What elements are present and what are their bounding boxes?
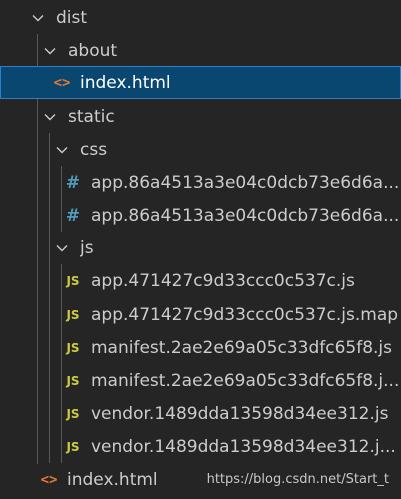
file-js-5[interactable]: JS vendor.1489dda13598d34ee312.j... [0, 430, 401, 463]
file-label: index.html [67, 469, 158, 490]
file-about-index-html[interactable]: <> index.html [0, 66, 401, 99]
file-js-1[interactable]: JS app.471427c9d33ccc0c537c.js.map [0, 298, 401, 331]
css-file-icon: # [65, 172, 81, 193]
chevron-down-icon [54, 240, 70, 256]
watermark-url: https://blog.csdn.net/Start_t [206, 472, 389, 487]
file-label: app.471427c9d33ccc0c537c.js [91, 270, 355, 291]
file-label: app.471427c9d33ccc0c537c.js.map [91, 304, 399, 325]
file-label: vendor.1489dda13598d34ee312.j... [91, 436, 396, 457]
js-file-icon: JS [66, 373, 80, 388]
file-label: vendor.1489dda13598d34ee312.js [91, 403, 389, 424]
folder-about[interactable]: about [0, 34, 401, 67]
file-js-0[interactable]: JS app.471427c9d33ccc0c537c.js [0, 264, 401, 297]
file-label: app.86a4513a3e04c0dcb73e6d6a... [91, 205, 400, 226]
folder-js[interactable]: js [0, 231, 401, 264]
chevron-down-icon [42, 43, 58, 59]
js-file-icon: JS [66, 340, 80, 355]
file-js-2[interactable]: JS manifest.2ae2e69a05c33dfc65f8.js [0, 331, 401, 364]
folder-label: js [80, 237, 94, 258]
folder-css[interactable]: css [0, 133, 401, 166]
chevron-down-icon [54, 142, 70, 158]
file-label: manifest.2ae2e69a05c33dfc65f8.j... [91, 370, 400, 391]
file-label: manifest.2ae2e69a05c33dfc65f8.js [91, 337, 393, 358]
file-js-3[interactable]: JS manifest.2ae2e69a05c33dfc65f8.j... [0, 364, 401, 397]
chevron-down-icon [30, 10, 46, 26]
css-file-icon: # [65, 205, 81, 226]
folder-label: about [68, 40, 118, 61]
file-css-1[interactable]: # app.86a4513a3e04c0dcb73e6d6a... [0, 199, 401, 232]
file-explorer-tree: dist about <> index.html static css # ap… [0, 0, 401, 499]
chevron-down-icon [42, 109, 58, 125]
html-file-icon: <> [53, 74, 71, 91]
file-label: app.86a4513a3e04c0dcb73e6d6a... [91, 172, 400, 193]
file-label: index.html [80, 72, 171, 93]
js-file-icon: JS [66, 439, 80, 454]
js-file-icon: JS [66, 273, 80, 288]
folder-dist[interactable]: dist [0, 1, 401, 34]
html-file-icon: <> [40, 471, 58, 488]
folder-label: css [80, 139, 108, 160]
folder-label: dist [56, 7, 88, 28]
js-file-icon: JS [66, 406, 80, 421]
folder-label: static [68, 106, 115, 127]
file-js-4[interactable]: JS vendor.1489dda13598d34ee312.js [0, 397, 401, 430]
folder-static[interactable]: static [0, 100, 401, 133]
js-file-icon: JS [66, 307, 80, 322]
file-css-0[interactable]: # app.86a4513a3e04c0dcb73e6d6a... [0, 166, 401, 199]
